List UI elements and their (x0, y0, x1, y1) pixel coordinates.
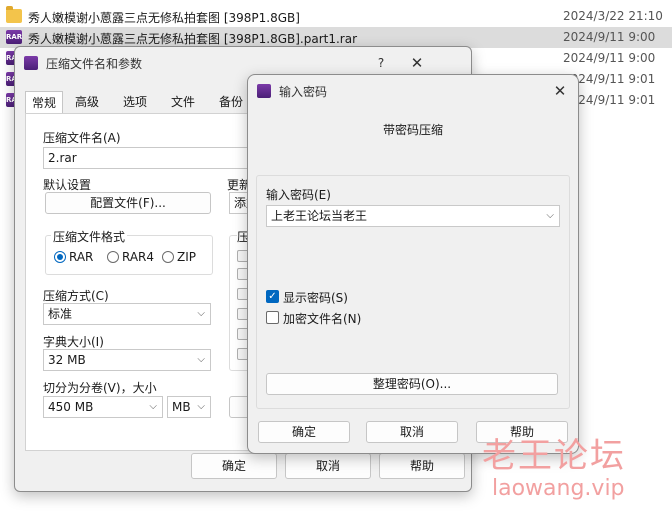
chevron-down-icon: ⌵ (149, 401, 157, 412)
encrypt-names-label: 加密文件名(N) (283, 312, 362, 326)
archive-name-label: 压缩文件名(A) (43, 131, 121, 145)
file-row[interactable]: 秀人嫩模谢小蒽露三点无修私拍套图 [398P1.8GB] 2024/3/22 2… (0, 6, 672, 27)
chevron-down-icon: ⌵ (197, 401, 205, 412)
format-rar4-label: RAR4 (122, 250, 155, 264)
password-dialog-subtitle: 带密码压缩 (382, 123, 443, 137)
password-input[interactable]: 上老王论坛当老王 ⌵ (266, 205, 560, 227)
tab-advanced[interactable]: 高级 (69, 91, 105, 113)
chevron-down-icon: ⌵ (197, 354, 205, 365)
cancel-button[interactable]: 取消 (285, 453, 371, 479)
format-zip-label: ZIP (177, 250, 196, 264)
tab-general[interactable]: 常规 (25, 91, 64, 113)
password-cancel-button[interactable]: 取消 (366, 421, 458, 443)
method-value: 标准 (48, 307, 73, 321)
default-settings-label: 默认设置 (43, 178, 92, 192)
password-dialog-titlebar[interactable]: 输入密码 ✕ (248, 75, 578, 107)
format-rar-label: RAR (69, 250, 94, 264)
folder-icon (6, 6, 22, 23)
dictionary-value: 32 MB (48, 353, 86, 367)
organize-passwords-button[interactable]: 整理密码(O)... (266, 373, 558, 395)
format-rar4-radio[interactable] (107, 251, 119, 263)
dictionary-select[interactable]: 32 MB ⌵ (43, 349, 211, 371)
split-unit-select[interactable]: MB ⌵ (167, 396, 211, 418)
tab-files[interactable]: 文件 (165, 91, 201, 113)
archive-name-input[interactable]: 2.rar (43, 147, 253, 169)
split-size-input[interactable]: 450 MB ⌵ (43, 396, 163, 418)
password-dialog: 输入密码 ✕ 带密码压缩 输入密码(E) 上老王论坛当老王 ⌵ ✓ 显示密码(S… (247, 74, 579, 454)
file-name: 秀人嫩模谢小蒽露三点无修私拍套图 [398P1.8GB] (28, 11, 300, 25)
password-dialog-title: 输入密码 (279, 85, 328, 99)
password-ok-button[interactable]: 确定 (258, 421, 350, 443)
show-password-checkbox[interactable]: ✓ (266, 290, 279, 303)
profiles-button[interactable]: 配置文件(F)... (45, 192, 211, 214)
watermark-url: laowang.vip (492, 476, 625, 501)
tab-backup[interactable]: 备份 (213, 91, 249, 113)
encrypt-names-checkbox[interactable] (266, 311, 279, 324)
format-zip-radio[interactable] (162, 251, 174, 263)
file-date: 2024/9/11 9:00 (563, 51, 656, 65)
winrar-icon (257, 84, 271, 98)
file-row-selected[interactable]: RAR 秀人嫩模谢小蒽露三点无修私拍套图 [398P1.8GB].part1.r… (0, 27, 672, 48)
close-icon-password-dialog[interactable]: ✕ (542, 75, 578, 107)
show-password-label: 显示密码(S) (283, 291, 348, 305)
split-size-value: 450 MB (48, 400, 94, 414)
archive-dialog-title: 压缩文件名和参数 (46, 57, 143, 71)
file-date: 2024/3/22 21:10 (563, 9, 663, 23)
watermark-logo: 老王论坛 (482, 436, 626, 476)
help-button[interactable]: 帮助 (379, 453, 465, 479)
split-unit-value: MB (172, 400, 191, 414)
dictionary-label: 字典大小(I) (43, 335, 104, 349)
chevron-down-icon: ⌵ (197, 308, 205, 319)
rar-icon: RAR (6, 30, 22, 44)
split-volumes-label: 切分为分卷(V)，大小 (43, 381, 157, 395)
winrar-icon (24, 56, 38, 70)
format-rar-radio[interactable] (54, 251, 66, 263)
file-date: 2024/9/11 9:00 (563, 30, 656, 44)
password-value: 上老王论坛当老王 (271, 209, 368, 223)
method-select[interactable]: 标准 ⌵ (43, 303, 211, 325)
password-label: 输入密码(E) (266, 188, 331, 202)
ok-button[interactable]: 确定 (191, 453, 277, 479)
format-group-label: 压缩文件格式 (51, 228, 128, 245)
method-label: 压缩方式(C) (43, 289, 109, 303)
chevron-down-icon: ⌵ (546, 210, 554, 221)
file-name: 秀人嫩模谢小蒽露三点无修私拍套图 [398P1.8GB].part1.rar (28, 32, 358, 46)
tab-options[interactable]: 选项 (117, 91, 153, 113)
